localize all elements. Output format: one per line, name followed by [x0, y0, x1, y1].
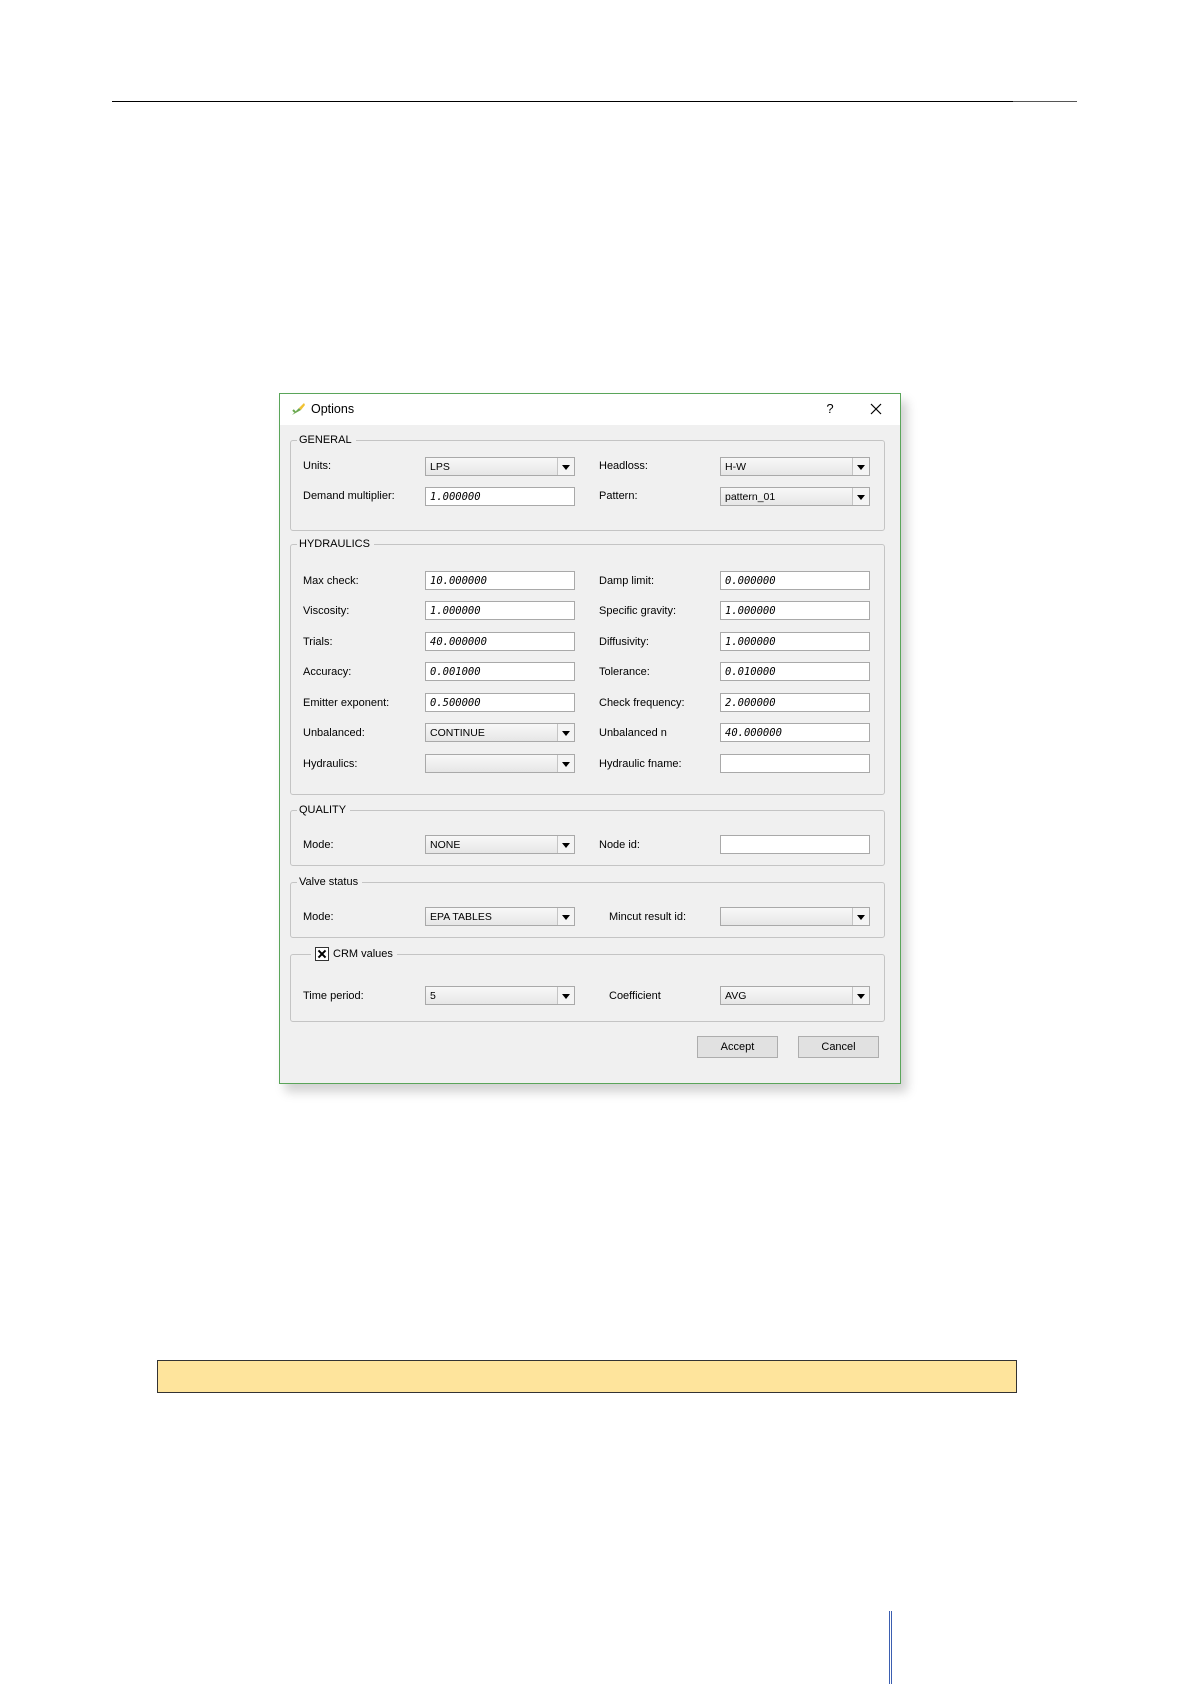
units-label: Units: [303, 460, 332, 472]
headloss-combo[interactable]: H-W [720, 457, 870, 476]
hydraulic-fname-label: Hydraulic fname: [599, 758, 682, 770]
demand-multiplier-field[interactable]: 1.000000 [425, 487, 575, 506]
highlight-note-bar [157, 1360, 1017, 1393]
checkbox-checked-icon [315, 947, 329, 961]
dialog-title: Options [311, 402, 355, 416]
unbalanced-combo[interactable]: CONTINUE [425, 723, 575, 742]
emitter-exponent-field[interactable]: 0.500000 [425, 693, 575, 712]
damp-limit-field[interactable]: 0.000000 [720, 571, 870, 590]
time-period-value: 5 [430, 990, 436, 1002]
page-header-rule [112, 101, 1077, 102]
quality-mode-label: Mode: [303, 839, 334, 851]
general-group: GENERAL Units: LPS Headloss: H-W Demand … [290, 433, 885, 531]
chevron-down-icon [857, 915, 865, 920]
chevron-down-icon [857, 994, 865, 999]
crm-group: CRM values Time period: 5 Coefficient AV… [290, 947, 885, 1022]
max-check-field[interactable]: 10.000000 [425, 571, 575, 590]
pattern-combo[interactable]: pattern_01 [720, 487, 870, 506]
quality-group-title: QUALITY [297, 803, 351, 817]
time-period-combo[interactable]: 5 [425, 986, 575, 1005]
unbalanced-n-field[interactable]: 40.000000 [720, 723, 870, 742]
pattern-label: Pattern: [599, 490, 638, 502]
chevron-down-icon [562, 915, 570, 920]
options-dialog: Options ? GENERAL Units: LPS Headloss: H… [279, 393, 901, 1084]
page-side-rule [889, 1611, 892, 1684]
valve-status-group: Valve status Mode: EPA TABLES Mincut res… [290, 875, 885, 938]
units-value: LPS [430, 461, 450, 473]
quality-mode-value: NONE [430, 839, 461, 851]
time-period-label: Time period: [303, 990, 364, 1002]
trials-label: Trials: [303, 636, 333, 648]
viscosity-field[interactable]: 1.000000 [425, 601, 575, 620]
close-button[interactable] [865, 398, 887, 420]
unbalanced-label: Unbalanced: [303, 727, 365, 739]
check-frequency-label: Check frequency: [599, 697, 685, 709]
cancel-button[interactable]: Cancel [798, 1036, 879, 1058]
trials-field[interactable]: 40.000000 [425, 632, 575, 651]
coefficient-combo[interactable]: AVG [720, 986, 870, 1005]
diffusivity-field[interactable]: 1.000000 [720, 632, 870, 651]
node-id-field[interactable] [720, 835, 870, 854]
unbalanced-n-label: Unbalanced n [599, 727, 667, 739]
hydraulic-fname-field[interactable] [720, 754, 870, 773]
crm-values-checkbox[interactable]: CRM values [311, 947, 397, 961]
valve-mode-label: Mode: [303, 911, 334, 923]
damp-limit-label: Damp limit: [599, 575, 655, 587]
page-header-rule-tail [1013, 101, 1077, 102]
hydraulics-group-title: HYDRAULICS [297, 537, 374, 551]
quality-mode-combo[interactable]: NONE [425, 835, 575, 854]
demand-multiplier-label: Demand multiplier: [303, 490, 395, 502]
valve-mode-value: EPA TABLES [430, 911, 492, 923]
chevron-down-icon [562, 465, 570, 470]
chevron-down-icon [857, 495, 865, 500]
specific-gravity-label: Specific gravity: [599, 605, 677, 617]
chevron-down-icon [562, 994, 570, 999]
units-combo[interactable]: LPS [425, 457, 575, 476]
coefficient-label: Coefficient [609, 990, 661, 1002]
qgis-icon [290, 401, 306, 417]
hydraulics-combo[interactable] [425, 754, 575, 773]
specific-gravity-field[interactable]: 1.000000 [720, 601, 870, 620]
headloss-label: Headloss: [599, 460, 648, 472]
crm-values-label: CRM values [333, 948, 393, 960]
unbalanced-value: CONTINUE [430, 727, 485, 739]
pattern-value: pattern_01 [725, 491, 776, 503]
accuracy-field[interactable]: 0.001000 [425, 662, 575, 681]
accuracy-label: Accuracy: [303, 666, 352, 678]
emitter-exponent-label: Emitter exponent: [303, 697, 390, 709]
viscosity-label: Viscosity: [303, 605, 350, 617]
tolerance-label: Tolerance: [599, 666, 650, 678]
mincut-result-label: Mincut result id: [609, 911, 687, 923]
quality-group: QUALITY Mode: NONE Node id: [290, 803, 885, 866]
coefficient-value: AVG [725, 990, 747, 1002]
accept-button[interactable]: Accept [697, 1036, 778, 1058]
chevron-down-icon [562, 762, 570, 767]
chevron-down-icon [857, 465, 865, 470]
check-frequency-field[interactable]: 2.000000 [720, 693, 870, 712]
node-id-label: Node id: [599, 839, 640, 851]
chevron-down-icon [562, 843, 570, 848]
headloss-value: H-W [725, 461, 746, 473]
max-check-label: Max check: [303, 575, 359, 587]
general-group-title: GENERAL [297, 433, 356, 447]
help-button[interactable]: ? [820, 399, 840, 419]
hydraulics-group: HYDRAULICS Max check: 10.000000 Damp lim… [290, 537, 885, 795]
close-icon [870, 403, 882, 415]
chevron-down-icon [562, 731, 570, 736]
valve-mode-combo[interactable]: EPA TABLES [425, 907, 575, 926]
dialog-titlebar: Options ? [280, 394, 900, 425]
tolerance-field[interactable]: 0.010000 [720, 662, 870, 681]
valve-status-group-title: Valve status [297, 875, 363, 889]
diffusivity-label: Diffusivity: [599, 636, 649, 648]
hydraulics-label: Hydraulics: [303, 758, 358, 770]
mincut-result-combo[interactable] [720, 907, 870, 926]
